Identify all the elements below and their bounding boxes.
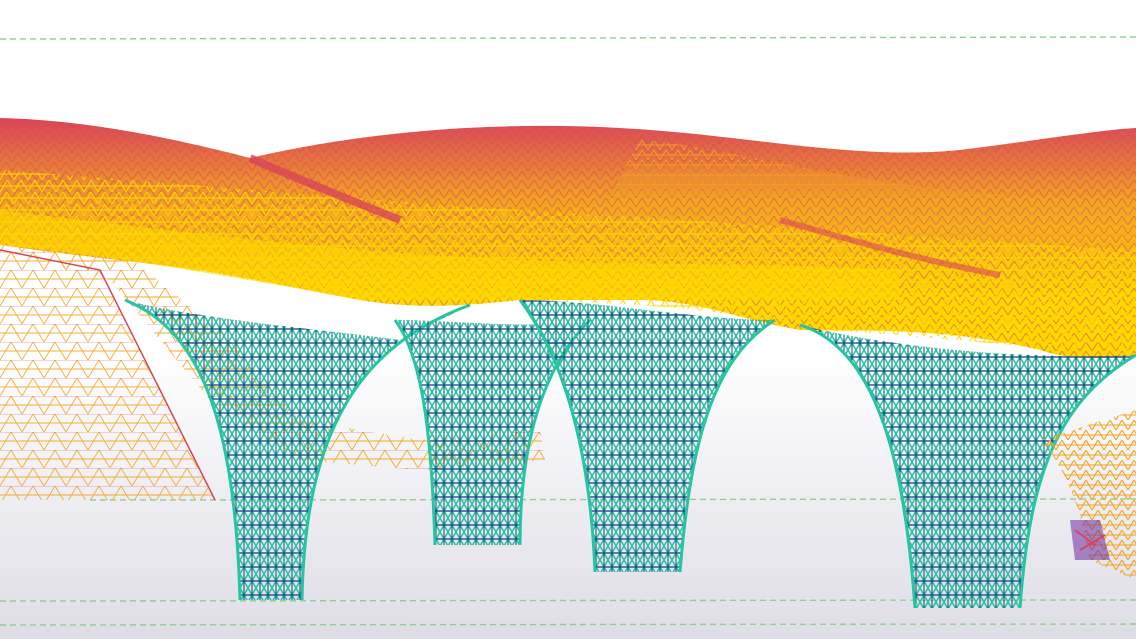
model-viewport[interactable] bbox=[0, 0, 1136, 639]
structure-render bbox=[0, 0, 1136, 639]
